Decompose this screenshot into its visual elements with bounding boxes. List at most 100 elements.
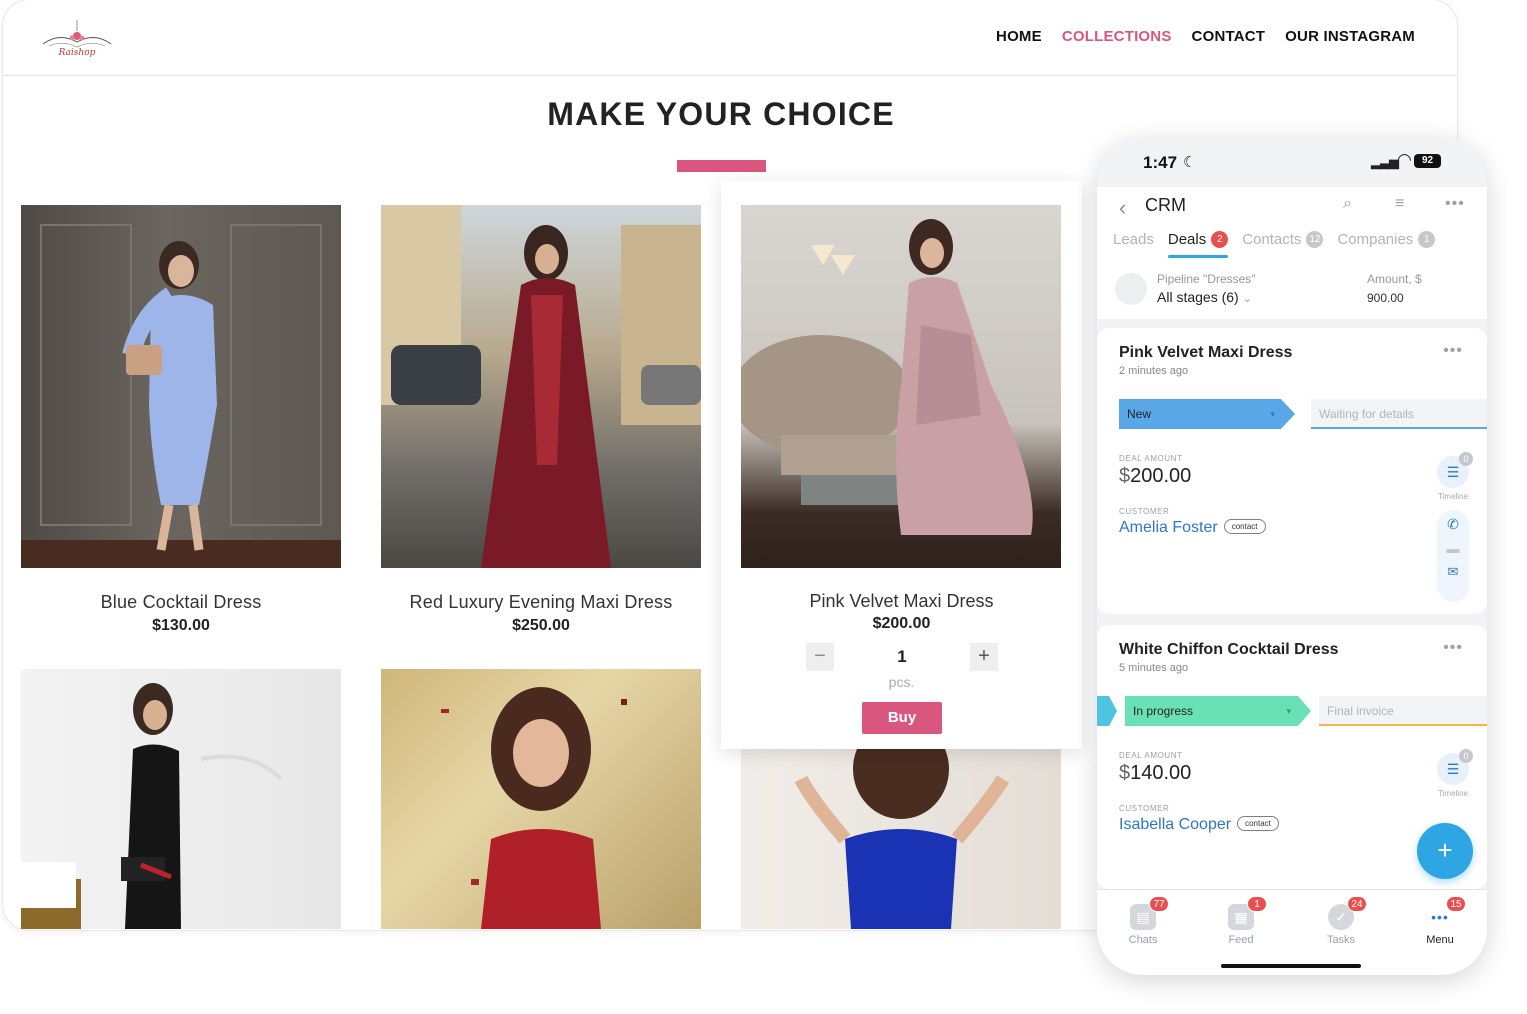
wifi-icon: ◠ (1397, 150, 1412, 169)
timeline-label: Timeline (1438, 789, 1468, 798)
product-name[interactable]: Blue Cocktail Dress (21, 592, 341, 613)
crm-phone: 1:47 ☾ ▂▃▅ ◠ 92 ‹ CRM ⌕ ≡ ••• Leads Deal… (1097, 137, 1487, 975)
tab-label: Leads (1113, 231, 1154, 248)
filter-icon[interactable]: ≡ (1395, 195, 1404, 213)
amount-value: 200.00 (1130, 465, 1192, 487)
svg-text:Raishop: Raishop (58, 48, 96, 58)
nav-home[interactable]: HOME (996, 28, 1042, 45)
crm-header: ‹ CRM ⌕ ≡ ••• Leads Deals 2 Contacts 12 Co… (1097, 187, 1487, 269)
home-indicator[interactable] (1221, 964, 1361, 968)
tab-label: Tasks (1326, 934, 1356, 946)
timeline-count: 0 (1459, 452, 1473, 466)
customer-label: CUSTOMER (1119, 804, 1170, 813)
tab-count-badge: 12 (1306, 231, 1324, 248)
tab-label: Deals (1167, 231, 1207, 248)
phone-icon[interactable]: ✆ (1447, 516, 1459, 533)
customer-name[interactable]: Isabella Cooper (1119, 816, 1231, 833)
tab-menu[interactable]: ••• Menu 15 (1410, 896, 1470, 946)
currency-symbol: $ (1119, 762, 1131, 784)
tab-count-badge: 24 (1347, 896, 1367, 912)
product-card-pink-velvet[interactable]: Pink Velvet Maxi Dress $200.00 − 1 + pcs… (721, 181, 1082, 749)
timeline-column: ☰ 0 Timeline (1437, 452, 1473, 501)
buy-button[interactable]: Buy (862, 702, 942, 734)
product-photo[interactable] (21, 205, 341, 568)
pipeline-icon (1115, 273, 1147, 305)
tab-count-badge: 1 (1247, 896, 1267, 912)
quantity-stepper[interactable]: − 1 + (806, 643, 998, 673)
timeline-column: ☰ 0 Timeline (1437, 749, 1473, 798)
product-name[interactable]: Pink Velvet Maxi Dress (721, 591, 1082, 612)
product-photo[interactable] (381, 205, 701, 568)
bottom-tab-bar: ▤ Chats 77 ▦ Feed 1 ✓ Tasks 24 ••• Menu … (1097, 889, 1487, 975)
clock: 1:47 (1143, 153, 1178, 172)
tab-leads[interactable]: Leads (1113, 231, 1154, 258)
deal-amount-label: DEAL AMOUNT (1119, 751, 1183, 760)
product-price: $130.00 (152, 617, 210, 634)
chevron-down-icon: ⌄ (1242, 293, 1252, 305)
tab-deals[interactable]: Deals 2 (1167, 231, 1229, 258)
stage-prev[interactable] (1097, 696, 1117, 726)
tab-companies[interactable]: Companies 1 (1337, 231, 1436, 258)
signal-icon: ▂▃▅ (1371, 154, 1399, 169)
tab-label: Companies (1337, 231, 1414, 248)
stage-next[interactable]: Waiting for details (1311, 399, 1487, 429)
amount-label: Amount, $ (1367, 272, 1422, 286)
mail-icon[interactable]: ✉ (1448, 564, 1459, 580)
stage-current[interactable]: In progress ▾ (1125, 696, 1311, 726)
contact-tag: contact (1223, 519, 1266, 534)
add-button[interactable]: + (1417, 823, 1473, 879)
stage-current[interactable]: New ▾ (1119, 399, 1295, 429)
deal-amount: $140.00 (1119, 762, 1191, 785)
product-card-red-luxury[interactable]: Red Luxury Evening Maxi Dress $250.00 (381, 205, 701, 635)
more-icon[interactable]: ••• (1443, 639, 1463, 657)
more-icon[interactable]: ••• (1445, 195, 1465, 213)
more-icon[interactable]: ••• (1443, 342, 1463, 360)
quantity-unit: pcs. (888, 674, 915, 690)
moon-icon: ☾ (1183, 154, 1197, 171)
back-chevron-icon[interactable]: ‹ (1119, 195, 1126, 221)
pipeline-label: Pipeline "Dresses" (1157, 272, 1256, 286)
chat-icon[interactable]: ▬ (1447, 541, 1460, 556)
tab-count-badge: 15 (1446, 896, 1466, 912)
pipeline-bar[interactable]: Pipeline "Dresses" All stages (6) ⌄ Amou… (1097, 265, 1487, 319)
tab-chats[interactable]: ▤ Chats 77 (1113, 896, 1173, 946)
nav-collections[interactable]: COLLECTIONS (1062, 28, 1172, 45)
search-icon[interactable]: ⌕ (1343, 195, 1352, 213)
timeline-count: 0 (1459, 749, 1473, 763)
amount-total: 900.00 (1367, 291, 1404, 305)
deal-card[interactable]: Pink Velvet Maxi Dress 2 minutes ago •••… (1097, 328, 1487, 614)
nav-contact[interactable]: CONTACT (1192, 28, 1266, 45)
customer[interactable]: Amelia Foster contact (1119, 519, 1266, 537)
product-card-red-cocktail[interactable] (381, 669, 701, 929)
customer[interactable]: Isabella Cooper contact (1119, 816, 1279, 834)
tab-tasks[interactable]: ✓ Tasks 24 (1311, 896, 1371, 946)
pipeline-stage-select[interactable]: All stages (6) ⌄ (1157, 289, 1252, 305)
tab-contacts[interactable]: Contacts 12 (1242, 231, 1324, 258)
raishop-logo[interactable]: Raishop (39, 14, 115, 62)
status-bar: 1:47 ☾ ▂▃▅ ◠ 92 (1097, 137, 1487, 187)
product-photo[interactable] (741, 205, 1061, 568)
customer-label: CUSTOMER (1119, 507, 1170, 516)
headline-underline (677, 160, 766, 172)
app-title: CRM (1145, 195, 1186, 215)
tab-count-badge: 77 (1149, 896, 1169, 912)
nav-our-instagram[interactable]: OUR INSTAGRAM (1285, 28, 1415, 45)
deal-title[interactable]: Pink Velvet Maxi Dress (1119, 344, 1292, 362)
overlay-patch (3, 862, 76, 908)
product-name[interactable]: Red Luxury Evening Maxi Dress (381, 592, 701, 613)
tab-label: Feed (1228, 934, 1254, 946)
contact-tag: contact (1237, 816, 1279, 831)
product-photo[interactable] (381, 669, 701, 929)
tab-feed[interactable]: ▦ Feed 1 (1211, 896, 1271, 946)
stage-next[interactable]: Final invoice (1319, 696, 1487, 726)
contact-actions: ✆ ▬ ✉ (1437, 510, 1469, 602)
increase-quantity-button[interactable]: + (970, 643, 998, 671)
deal-title[interactable]: White Chiffon Cocktail Dress (1119, 641, 1339, 659)
deal-amount: $200.00 (1119, 465, 1191, 488)
product-price: $200.00 (872, 615, 931, 632)
amount-value: 140.00 (1130, 762, 1192, 784)
pipeline-stages: All stages (6) (1157, 289, 1239, 305)
product-card-blue-cocktail[interactable]: Blue Cocktail Dress $130.00 (21, 205, 341, 635)
deal-amount-label: DEAL AMOUNT (1119, 454, 1183, 463)
customer-name[interactable]: Amelia Foster (1119, 519, 1218, 536)
